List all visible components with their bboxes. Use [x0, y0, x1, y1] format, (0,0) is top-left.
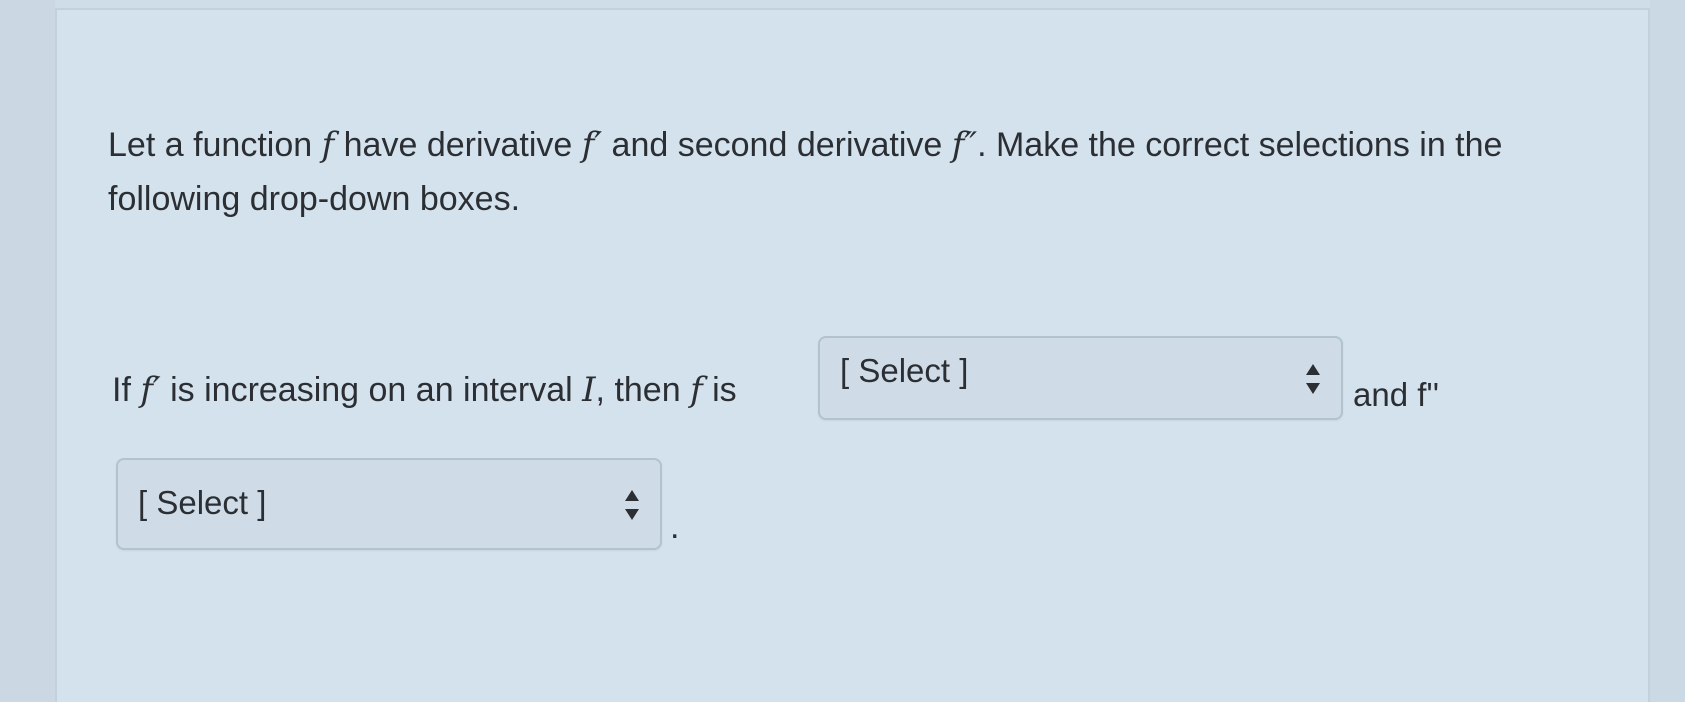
- right-edge: [1650, 0, 1685, 702]
- updown-arrows-icon: [1306, 364, 1320, 394]
- math-interval-i: I: [582, 370, 596, 410]
- question-text-1: Let a function: [108, 126, 322, 164]
- statement-text-1: is increasing on an interval: [160, 371, 583, 409]
- statement-line: If f′ is increasing on an interval I, th…: [112, 370, 737, 410]
- statement-text-3: is: [702, 371, 737, 409]
- statement-text-2: , then: [595, 371, 691, 409]
- question-text-3: and second derivative: [602, 126, 952, 164]
- math-f-prime: f′: [581, 125, 603, 165]
- select-2-value: [ Select ]: [138, 484, 267, 521]
- math-f-2: f: [690, 370, 703, 410]
- question-prompt: Let a function f have derivative f′ and …: [108, 118, 1628, 226]
- statement-if: If: [112, 371, 141, 409]
- and-f-double-prime-label: and f'': [1353, 376, 1439, 413]
- left-gutter: [0, 0, 55, 702]
- question-text-2: have derivative: [334, 126, 582, 164]
- math-f: f: [321, 125, 335, 165]
- updown-arrows-icon: [625, 490, 639, 520]
- select-dropdown-1[interactable]: [ Select ]: [818, 336, 1343, 420]
- select-1-value: [ Select ]: [840, 352, 969, 389]
- end-period: .: [670, 508, 680, 546]
- math-f-double-prime: f″: [951, 125, 978, 165]
- math-f-prime-2: f′: [140, 370, 161, 410]
- select-dropdown-2[interactable]: [ Select ]: [116, 458, 662, 550]
